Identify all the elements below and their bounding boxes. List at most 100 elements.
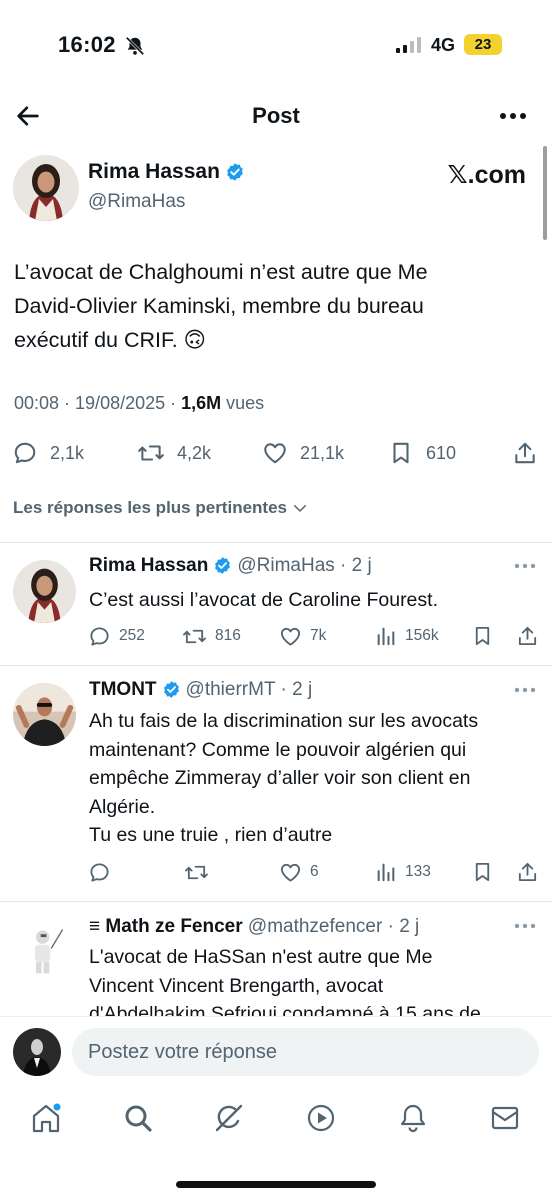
reply-author-handle[interactable]: @mathzefencer: [248, 916, 382, 937]
author-name[interactable]: Rima Hassan: [88, 160, 220, 184]
messages-envelope-icon[interactable]: [489, 1102, 521, 1134]
tweet-actions: 2,1k 4,2k 21,1k 610: [0, 436, 552, 470]
grok-icon[interactable]: [213, 1102, 245, 1134]
reply-avatar[interactable]: [13, 560, 76, 623]
verified-badge-icon: [227, 163, 243, 181]
repost-count: 4,2k: [177, 442, 212, 463]
like-button[interactable]: 7k: [279, 623, 326, 649]
reply-text: Ah tu fais de la discrimination sur les …: [89, 707, 539, 850]
repost-icon: [138, 445, 164, 461]
repost-button[interactable]: 816: [182, 623, 241, 649]
more-options-icon[interactable]: [514, 563, 536, 569]
divider: [0, 542, 552, 543]
share-icon: [515, 442, 535, 464]
reply-button[interactable]: 2,1k: [12, 436, 84, 470]
notifications-bell-icon[interactable]: [397, 1102, 429, 1134]
repost-button[interactable]: 4,2k: [137, 436, 211, 470]
reply-text-line: empêche Zimmeray d’aller voir son client…: [89, 767, 471, 789]
repost-icon: [183, 629, 206, 643]
analytics-icon: [377, 627, 395, 646]
tweet-text: L’avocat de Chalghoumi n’est autre que M…: [14, 255, 534, 357]
reply-item[interactable]: TMONT @thierrMT · 2 j Ah tu fais de la d…: [0, 679, 552, 899]
reply-header: ≡ Math ze Fencer @mathzefencer · 2 j: [89, 916, 419, 938]
author-avatar[interactable]: [13, 155, 79, 221]
author-handle[interactable]: @RimaHas: [88, 191, 245, 213]
bookmark-icon[interactable]: [471, 859, 494, 885]
bookmark-button[interactable]: 610: [388, 436, 456, 470]
divider: [0, 901, 552, 902]
reply-count: 2,1k: [50, 442, 85, 463]
reply-item[interactable]: ≡ Math ze Fencer @mathzefencer · 2 j L'a…: [0, 915, 552, 1016]
bookmark-icon: [393, 442, 409, 464]
reply-button[interactable]: 252: [88, 623, 145, 649]
reply-avatar[interactable]: [13, 683, 76, 746]
reply-header: TMONT @thierrMT · 2 j: [89, 679, 312, 701]
home-icon[interactable]: [30, 1102, 62, 1134]
search-icon[interactable]: [122, 1102, 154, 1134]
reply-actions: 6 133: [88, 859, 548, 885]
heart-icon: [280, 863, 301, 882]
author-block[interactable]: Rima Hassan @RimaHas: [88, 160, 245, 213]
repost-count: 816: [215, 627, 241, 644]
reply-author-name[interactable]: ≡ Math ze Fencer: [89, 916, 243, 937]
reply-author-name[interactable]: Rima Hassan: [89, 555, 208, 576]
like-count: 21,1k: [300, 442, 345, 463]
repost-button[interactable]: [184, 859, 217, 885]
share-icon[interactable]: [516, 623, 539, 649]
views-count[interactable]: 1,6M: [181, 393, 221, 413]
analytics-icon: [377, 863, 395, 882]
network-type: 4G: [431, 35, 456, 55]
more-options-icon[interactable]: [500, 112, 526, 120]
like-button[interactable]: 21,1k: [262, 436, 344, 470]
video-icon[interactable]: [305, 1102, 337, 1134]
share-button[interactable]: [512, 436, 538, 470]
more-options-icon[interactable]: [514, 687, 536, 693]
divider: [0, 665, 552, 666]
tweet-text-line: exécutif du CRIF. 🙃: [14, 328, 207, 352]
reply-button[interactable]: [88, 859, 119, 885]
views-label: vues: [221, 393, 265, 413]
status-bar: 16:02 4G 23: [0, 0, 552, 90]
views-count: 133: [405, 863, 431, 880]
current-user-avatar[interactable]: [13, 1028, 61, 1076]
reply-time: · 2 j: [275, 679, 313, 700]
reply-text-line: Ah tu fais de la discrimination sur les …: [89, 710, 479, 732]
replies-sort-dropdown[interactable]: Les réponses les plus pertinentes: [13, 498, 309, 518]
bell-slash-icon: [125, 36, 145, 56]
more-options-icon[interactable]: [514, 923, 536, 929]
reply-author-handle[interactable]: @RimaHas: [237, 555, 334, 576]
repost-icon: [185, 865, 208, 879]
battery-icon: 23: [464, 34, 502, 55]
reply-icon: [90, 626, 109, 646]
tweet-text-line: David-Olivier Kaminski, membre du bureau: [14, 294, 424, 318]
reply-author-name[interactable]: TMONT: [89, 679, 157, 700]
bookmark-count: 610: [426, 442, 457, 463]
scrollbar[interactable]: [543, 146, 547, 240]
like-button[interactable]: 6: [279, 859, 319, 885]
reply-time: · 2 j: [382, 916, 420, 937]
reply-item[interactable]: Rima Hassan @RimaHas · 2 j C’est aussi l…: [0, 555, 552, 665]
reply-text-line: Tu es une truie , rien d’autre: [89, 824, 333, 846]
reply-avatar[interactable]: [13, 918, 76, 981]
views-button[interactable]: 156k: [375, 623, 439, 649]
tweet-timestamp[interactable]: 00:08 · 19/08/2025 ·: [14, 393, 181, 413]
reply-text-line: d'Abdelhakim Sefrioui condamné à 15 ans …: [89, 1003, 481, 1016]
reply-time: · 2 j: [334, 555, 372, 576]
chevron-down-icon: [293, 505, 306, 513]
reply-compose-bar: Postez votre réponse: [0, 1016, 552, 1086]
verified-badge-icon: [163, 681, 179, 699]
status-time: 16:02: [58, 32, 116, 57]
bookmark-icon[interactable]: [471, 623, 494, 649]
reply-count: 252: [119, 627, 145, 644]
tweet-text-line: L’avocat de Chalghoumi n’est autre que M…: [14, 260, 428, 284]
reply-text-line: Algérie.: [89, 795, 156, 818]
reply-input[interactable]: Postez votre réponse: [72, 1028, 539, 1076]
share-icon[interactable]: [516, 859, 539, 885]
home-indicator[interactable]: [176, 1181, 376, 1188]
source-watermark: 𝕏.com: [447, 161, 527, 189]
page-title: Post: [252, 103, 300, 128]
reply-author-handle[interactable]: @thierrMT: [186, 679, 276, 700]
reply-actions: 252 816 7k 156k: [88, 623, 548, 649]
like-count: 7k: [310, 627, 327, 644]
views-button[interactable]: 133: [375, 859, 431, 885]
